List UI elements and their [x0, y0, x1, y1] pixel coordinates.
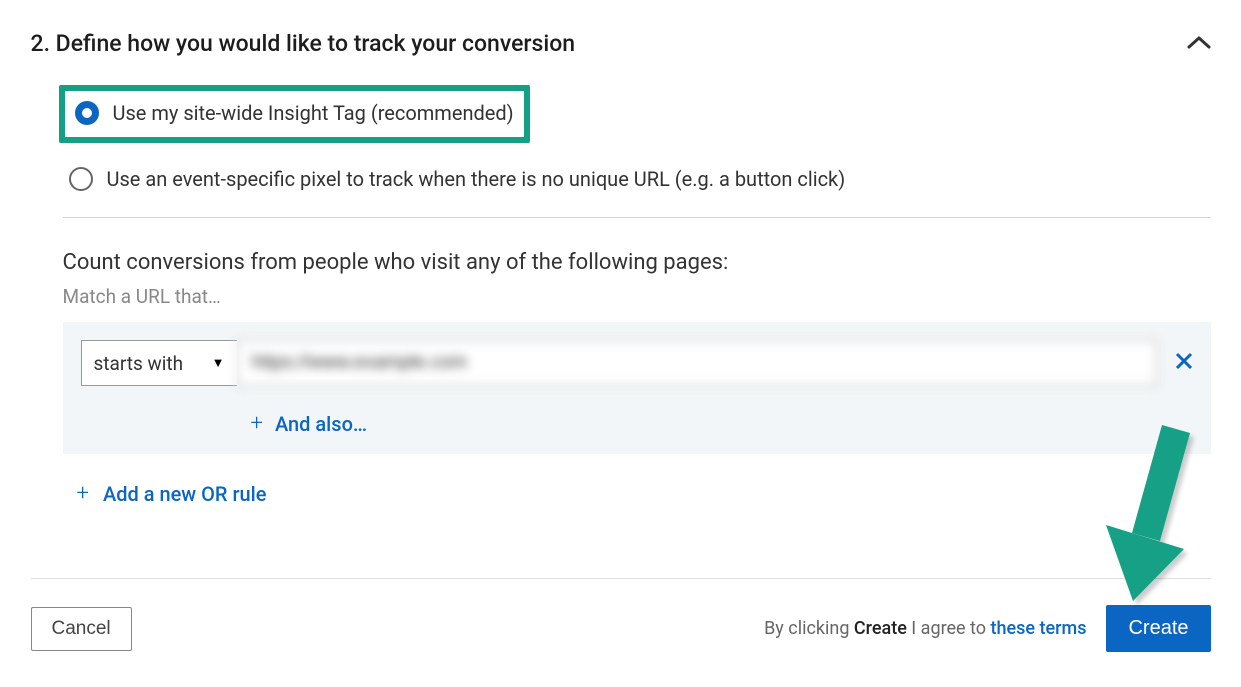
- chevron-up-icon: [1187, 35, 1211, 49]
- count-subheading: Match a URL that…: [63, 285, 1211, 308]
- select-value: starts with: [94, 352, 184, 375]
- radio-event-pixel[interactable]: [69, 167, 93, 191]
- terms-link[interactable]: these terms: [991, 618, 1087, 639]
- match-condition-select[interactable]: starts with ▼: [81, 340, 237, 386]
- remove-rule-button[interactable]: [1175, 352, 1193, 374]
- add-and-condition-button[interactable]: + And also…: [251, 412, 1193, 436]
- count-section: Count conversions from people who visit …: [31, 250, 1211, 506]
- count-heading: Count conversions from people who visit …: [63, 250, 1211, 275]
- divider: [63, 217, 1211, 218]
- section-header: 2. Define how you would like to track yo…: [31, 30, 1211, 57]
- url-rule-box: starts with ▼ + And also…: [63, 322, 1211, 454]
- url-input[interactable]: [237, 340, 1157, 386]
- footer-right: By clicking Create I agree to these term…: [764, 605, 1210, 652]
- caret-down-icon: ▼: [212, 355, 225, 371]
- section-title: 2. Define how you would like to track yo…: [31, 30, 576, 57]
- add-or-label: Add a new OR rule: [103, 482, 267, 506]
- collapse-toggle[interactable]: [1187, 34, 1211, 53]
- add-or-rule-button[interactable]: + Add a new OR rule: [77, 482, 267, 506]
- cancel-button[interactable]: Cancel: [31, 607, 132, 651]
- close-icon: [1175, 352, 1193, 370]
- footer: Cancel By clicking Create I agree to the…: [31, 605, 1211, 652]
- plus-icon: +: [251, 413, 263, 435]
- radio-label-event-pixel: Use an event-specific pixel to track whe…: [107, 167, 846, 191]
- radio-label-insight-tag: Use my site-wide Insight Tag (recommende…: [113, 101, 514, 125]
- highlighted-option: Use my site-wide Insight Tag (recommende…: [59, 85, 530, 143]
- radio-insight-tag[interactable]: [75, 101, 99, 125]
- terms-text: By clicking Create I agree to these term…: [764, 618, 1086, 639]
- tracking-method-radio-group: Use my site-wide Insight Tag (recommende…: [31, 85, 1211, 191]
- radio-row-event-pixel[interactable]: Use an event-specific pixel to track whe…: [59, 155, 1211, 191]
- and-also-label: And also…: [275, 412, 367, 436]
- url-rule-row: starts with ▼: [81, 340, 1193, 386]
- create-button[interactable]: Create: [1106, 605, 1210, 652]
- footer-divider: [31, 578, 1211, 579]
- plus-icon: +: [77, 483, 89, 505]
